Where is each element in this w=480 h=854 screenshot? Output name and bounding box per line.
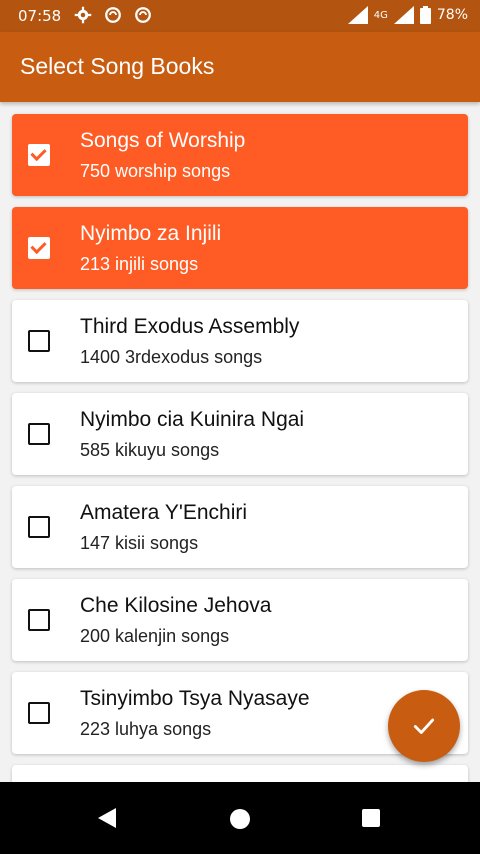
signal-icon — [393, 6, 414, 24]
home-icon[interactable] — [230, 809, 250, 829]
song-book-count: 223 luhya songs — [80, 719, 212, 739]
song-book-item[interactable]: Songs of Worship 750 worship songs — [12, 114, 468, 196]
song-book-title: Che Kilosine Jehova — [80, 594, 272, 617]
status-icons-right: 4G 78% — [347, 6, 468, 24]
back-icon[interactable] — [98, 808, 116, 828]
song-book-item[interactable]: Che Kilosine Jehova 200 kalenjin songs — [12, 579, 468, 661]
recents-icon[interactable] — [362, 809, 380, 827]
song-book-item[interactable]: Third Exodus Assembly 1400 3rdexodus son… — [12, 300, 468, 382]
sync-icon — [135, 7, 151, 23]
song-book-title: Third Exodus Assembly — [80, 315, 300, 338]
song-book-item[interactable]: Nyimbo za Injili 213 injili songs — [12, 207, 468, 289]
song-book-title: Amatera Y'Enchiri — [80, 501, 248, 524]
song-book-item[interactable]: Nyimbo cia Kuinira Ngai 585 kikuyu songs — [12, 393, 468, 475]
checkbox[interactable] — [28, 144, 50, 166]
app-bar: Select Song Books — [0, 32, 480, 102]
checkbox[interactable] — [28, 423, 50, 445]
song-book-count: 585 kikuyu songs — [80, 440, 220, 460]
song-book-count: 147 kisii songs — [80, 533, 199, 553]
gear-icon — [74, 6, 92, 24]
checkbox[interactable] — [28, 330, 50, 352]
check-icon — [30, 237, 47, 255]
battery-icon — [419, 6, 431, 24]
song-book-title: Nyimbo za Injili — [80, 222, 222, 245]
status-icons-left — [74, 6, 152, 24]
check-icon — [413, 718, 435, 734]
network-type: 4G — [373, 9, 388, 21]
song-book-count: 750 worship songs — [80, 161, 231, 181]
page-title: Select Song Books — [20, 53, 215, 79]
navigation-bar — [0, 782, 480, 854]
checkbox[interactable] — [28, 237, 50, 259]
checkbox[interactable] — [28, 702, 50, 724]
checkbox[interactable] — [28, 516, 50, 538]
sync-icon — [105, 7, 121, 23]
confirm-fab-button[interactable] — [388, 690, 460, 762]
song-book-count: 200 kalenjin songs — [80, 626, 230, 646]
song-book-count: 213 injili songs — [80, 254, 199, 274]
song-book-title: Songs of Worship — [80, 129, 246, 152]
song-book-item[interactable]: Amatera Y'Enchiri 147 kisii songs — [12, 486, 468, 568]
checkbox[interactable] — [28, 609, 50, 631]
song-book-count: 1400 3rdexodus songs — [80, 347, 263, 367]
status-bar: 07:58 4G 78% — [0, 0, 480, 32]
song-book-title: Tsinyimbo Tsya Nyasaye — [80, 687, 310, 710]
signal-icon — [347, 6, 368, 24]
status-time: 07:58 — [18, 7, 62, 25]
song-book-title: Nyimbo cia Kuinira Ngai — [80, 408, 305, 431]
check-icon — [30, 144, 47, 162]
battery-percent: 78% — [436, 7, 468, 23]
